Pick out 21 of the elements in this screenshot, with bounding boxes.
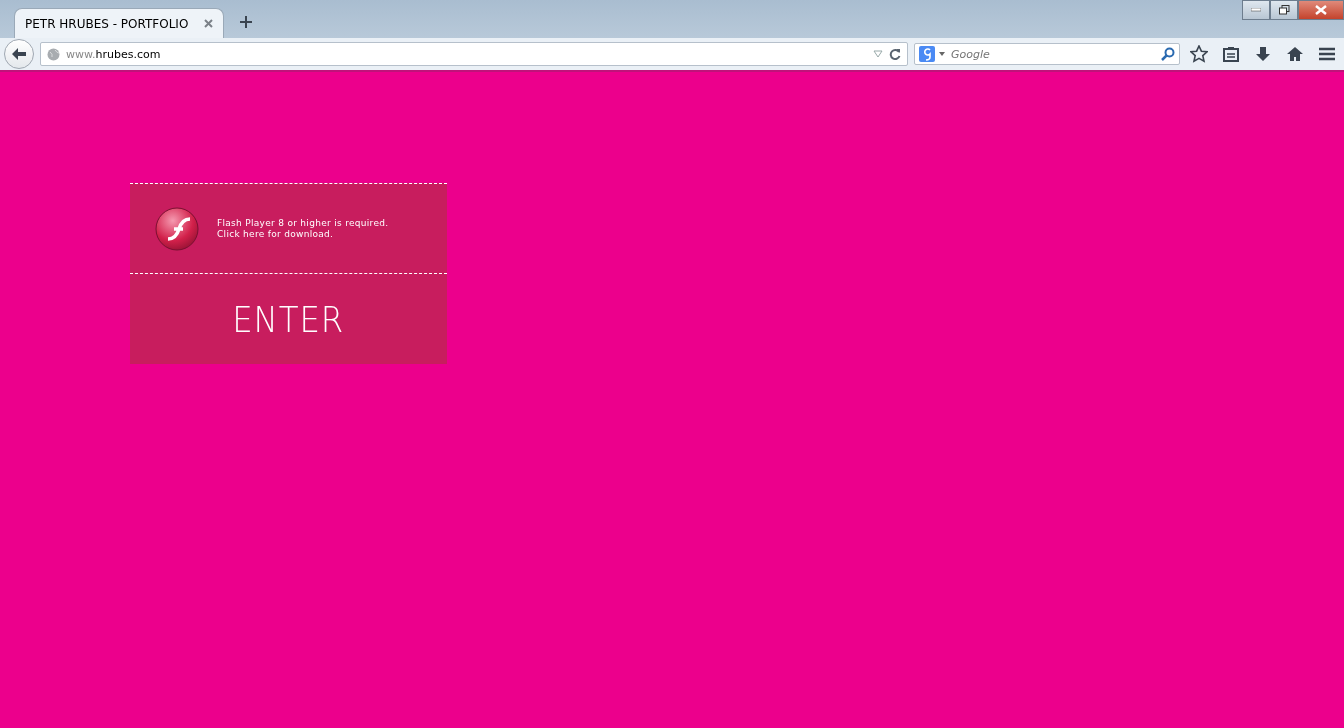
flash-icon[interactable] bbox=[155, 206, 199, 251]
reload-icon[interactable] bbox=[889, 48, 901, 60]
close-icon[interactable] bbox=[204, 19, 213, 28]
restore-icon bbox=[1278, 5, 1290, 15]
search-icon[interactable] bbox=[1161, 47, 1175, 61]
address-bar[interactable]: www.hrubes.com bbox=[40, 42, 908, 66]
minimize-icon bbox=[1251, 8, 1261, 12]
enter-button[interactable]: ENTER bbox=[232, 298, 345, 340]
plus-icon[interactable] bbox=[238, 14, 254, 30]
browser-tab[interactable]: PETR HRUBES - PORTFOLIO bbox=[14, 8, 224, 38]
search-field[interactable]: Google bbox=[949, 46, 1157, 62]
close-button[interactable] bbox=[1298, 0, 1344, 20]
search-box[interactable]: Google bbox=[914, 43, 1180, 65]
back-button[interactable] bbox=[4, 39, 34, 69]
search-engine-icon[interactable] bbox=[919, 46, 935, 62]
dropdown-icon[interactable] bbox=[939, 52, 945, 56]
download-link[interactable]: Flash Player 8 or higher is required. Click here for download. bbox=[217, 217, 389, 240]
close-icon bbox=[1315, 5, 1327, 15]
back-arrow-icon bbox=[11, 47, 27, 61]
globe-icon bbox=[47, 47, 60, 61]
restore-button[interactable] bbox=[1270, 0, 1298, 20]
